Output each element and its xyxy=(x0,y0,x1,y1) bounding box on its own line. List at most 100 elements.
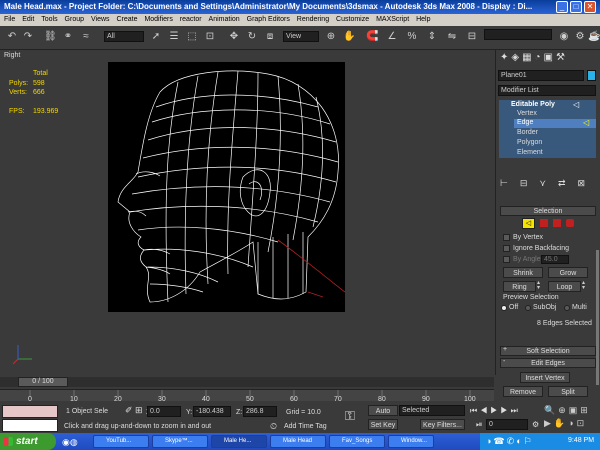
menu-views[interactable]: Views xyxy=(91,16,110,23)
time-config-icon[interactable]: ⚙ xyxy=(532,420,539,429)
redo-icon[interactable]: ↷ xyxy=(22,31,34,43)
edge-subobject-button[interactable]: ◁ xyxy=(522,218,535,229)
loop-spinner-icon[interactable]: ▴ ▾ xyxy=(582,280,588,292)
menu-tools[interactable]: Tools xyxy=(41,16,57,23)
render-region[interactable] xyxy=(108,62,346,312)
snap-toggle-icon[interactable]: 🧲 xyxy=(366,31,378,43)
ignore-backfacing-checkbox[interactable] xyxy=(503,245,510,252)
modifier-list-dropdown[interactable]: Modifier List xyxy=(498,85,596,96)
polygon-subobject-button[interactable] xyxy=(553,219,561,227)
maxscript-listener-mini[interactable] xyxy=(2,405,58,418)
menu-animation[interactable]: Animation xyxy=(209,16,240,23)
stack-pin-icon[interactable]: ◁ xyxy=(573,100,579,109)
insert-vertex-button[interactable]: Insert Vertex xyxy=(520,372,570,383)
menu-group[interactable]: Group xyxy=(65,16,84,23)
key-mode-toggle-icon[interactable]: ⏯ xyxy=(476,420,482,430)
split-button[interactable]: Split xyxy=(548,386,588,397)
bind-space-warp-icon[interactable]: ≈ xyxy=(80,31,92,43)
key-mode-dropdown[interactable]: Selected xyxy=(399,405,465,416)
window-crossing-icon[interactable]: ⊡ xyxy=(204,31,216,43)
task-skype[interactable]: Skype™... xyxy=(152,435,208,448)
current-frame-field[interactable]: 0 xyxy=(486,419,528,430)
task-male-head-max[interactable]: Male He... xyxy=(211,435,267,448)
remove-button[interactable]: Remove xyxy=(503,386,543,397)
menu-graph-editors[interactable]: Graph Editors xyxy=(247,16,290,23)
viewport-nav-controls[interactable]: 🔍⊕▣⊞ ▶✋◑⊡ xyxy=(544,404,600,432)
minimize-button[interactable]: _ xyxy=(556,1,568,13)
object-color-swatch[interactable] xyxy=(587,70,596,81)
select-manipulate-icon[interactable]: ✋ xyxy=(343,31,355,43)
select-object-icon[interactable]: ➚ xyxy=(150,31,162,43)
element-subobject-button[interactable] xyxy=(566,219,574,227)
stack-vertex[interactable]: Vertex xyxy=(517,110,537,117)
grow-button[interactable]: Grow xyxy=(548,267,588,278)
task-male-head[interactable]: Male Head xyxy=(270,435,326,448)
maxscript-input-mini[interactable] xyxy=(2,419,58,432)
set-key-button[interactable]: Set Key xyxy=(368,419,398,430)
link-icon[interactable]: ⛓ xyxy=(44,31,57,43)
x-coordinate-field[interactable]: 0.0 xyxy=(147,406,181,417)
auto-key-button[interactable]: Auto Key xyxy=(368,405,398,426)
stack-edge[interactable]: Edge xyxy=(517,119,533,126)
menu-modifiers[interactable]: Modifiers xyxy=(144,16,172,23)
spinner-snap-icon[interactable]: ⇕ xyxy=(426,31,438,43)
y-coordinate-field[interactable]: -180.438 xyxy=(193,406,231,417)
viewport-label[interactable]: Right xyxy=(4,52,20,59)
menu-edit[interactable]: Edit xyxy=(22,16,34,23)
add-time-tag[interactable]: Add Time Tag xyxy=(284,423,327,430)
task-youtube[interactable]: YouTub... xyxy=(93,435,149,448)
stack-tools[interactable]: ⊢⊟⋎⇄⊠ xyxy=(500,178,596,190)
edit-edges-rollout[interactable]: Edit Edges xyxy=(500,358,596,368)
rect-selection-icon[interactable]: ⬚ xyxy=(186,31,198,43)
stack-editable-poly[interactable]: Editable Poly xyxy=(511,101,555,108)
by-vertex-checkbox[interactable] xyxy=(503,234,510,241)
align-icon[interactable]: ⊟ xyxy=(466,31,478,43)
pivot-center-icon[interactable]: ⊕ xyxy=(325,31,337,43)
border-subobject-button[interactable] xyxy=(540,219,548,227)
by-angle-field[interactable]: 45.0 xyxy=(541,255,569,264)
preview-subobj-radio[interactable] xyxy=(525,305,531,311)
move-icon[interactable]: ✥ xyxy=(228,31,240,43)
selection-filter-dropdown[interactable]: All xyxy=(104,31,144,42)
menu-maxscript[interactable]: MAXScript xyxy=(376,16,409,23)
ring-button[interactable]: Ring xyxy=(503,281,536,292)
close-button[interactable]: ✕ xyxy=(584,1,596,13)
menu-rendering[interactable]: Rendering xyxy=(297,16,329,23)
selection-rollout-header[interactable]: Selection xyxy=(500,206,596,216)
percent-snap-icon[interactable]: % xyxy=(406,31,418,43)
lock-selection-icon[interactable]: ✐ xyxy=(125,405,133,416)
rotate-icon[interactable]: ↻ xyxy=(246,31,258,43)
menu-help[interactable]: Help xyxy=(416,16,430,23)
select-by-name-icon[interactable]: ☰ xyxy=(168,31,180,43)
material-editor-icon[interactable]: ◉ xyxy=(558,31,570,43)
stack-border[interactable]: Border xyxy=(517,129,538,136)
undo-icon[interactable]: ↶ xyxy=(6,31,18,43)
absolute-mode-icon[interactable]: ⊞ xyxy=(135,405,143,416)
tray-icons[interactable]: ◑☎✆◐⚐ xyxy=(486,436,534,447)
stack-polygon[interactable]: Polygon xyxy=(517,139,542,146)
shrink-button[interactable]: Shrink xyxy=(503,267,543,278)
named-selection-dropdown[interactable] xyxy=(484,29,552,40)
quick-launch-icons[interactable]: ◉◍ xyxy=(62,437,78,448)
reference-coord-dropdown[interactable]: View xyxy=(283,31,319,42)
angle-snap-icon[interactable]: ∠ xyxy=(386,31,398,43)
preview-multi-radio[interactable] xyxy=(564,305,570,311)
preview-off-radio[interactable] xyxy=(501,305,507,311)
by-angle-checkbox[interactable] xyxy=(503,256,510,263)
maximize-button[interactable]: □ xyxy=(570,1,582,13)
object-name-field[interactable]: Plane01 xyxy=(498,70,584,81)
unlink-icon[interactable]: ⚭ xyxy=(62,31,74,43)
loop-button[interactable]: Loop xyxy=(548,281,581,292)
menu-reactor[interactable]: reactor xyxy=(180,16,202,23)
playback-controls[interactable]: ⏮◀▶▶⏭ xyxy=(470,406,540,417)
stack-element[interactable]: Element xyxy=(517,149,543,156)
time-slider-track[interactable] xyxy=(0,377,494,387)
z-coordinate-field[interactable]: 286.8 xyxy=(243,406,277,417)
key-filters-button[interactable]: Key Filters... xyxy=(420,419,465,430)
soft-selection-rollout[interactable]: Soft Selection xyxy=(500,346,596,356)
command-panel-tabs[interactable]: ✦◈▦◔▣⚒ xyxy=(500,52,596,66)
quick-render-icon[interactable]: ☕ xyxy=(588,31,600,43)
scale-icon[interactable]: ⧈ xyxy=(264,31,276,43)
time-slider-handle[interactable]: 0 / 100 xyxy=(18,377,68,387)
render-setup-icon[interactable]: ⚙ xyxy=(574,31,586,43)
